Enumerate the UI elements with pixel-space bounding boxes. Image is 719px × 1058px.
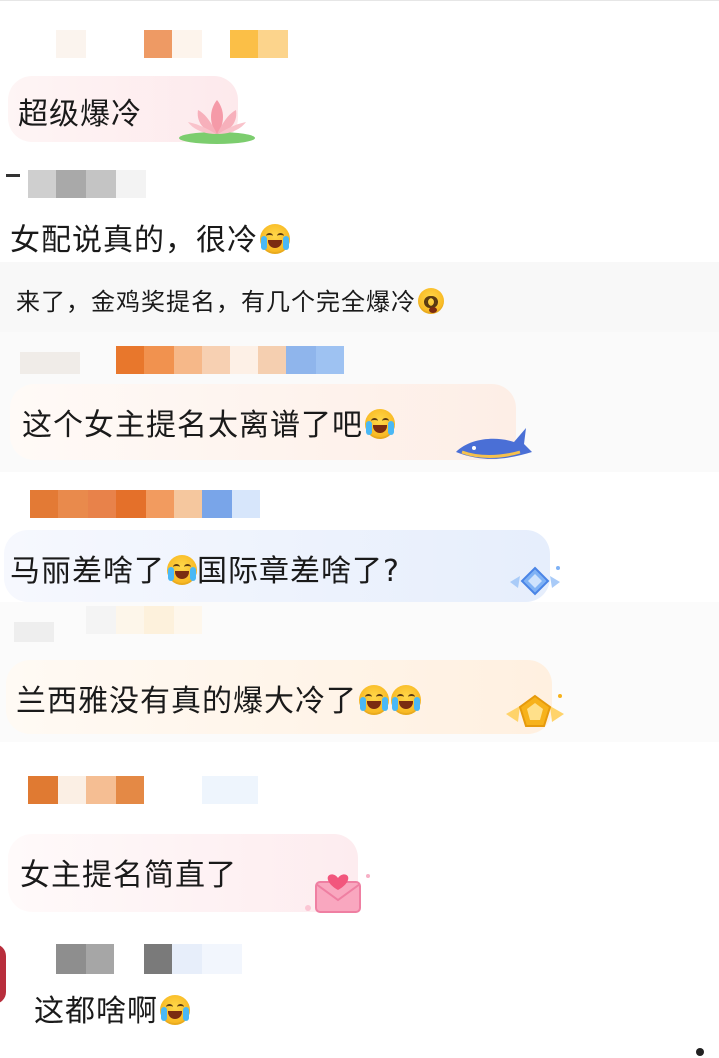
avatar-fragment <box>14 622 54 642</box>
blurred-username <box>56 30 288 58</box>
corner-dot <box>696 1048 704 1056</box>
laugh-cry-emoji-icon <box>160 995 190 1025</box>
avatar-fragment <box>20 352 80 374</box>
laugh-cry-emoji-icon <box>167 555 197 585</box>
comment-text-content: 这个女主提名太离谱了吧 <box>22 408 363 443</box>
avatar <box>0 944 6 1004</box>
comment-6: 兰西雅没有真的爆大冷了 <box>0 602 719 742</box>
comment-3: 来了，金鸡奖提名，有几个完全爆冷 <box>0 262 719 332</box>
comment-5: 马丽差啥了 国际章差啥了? <box>0 472 719 602</box>
blurred-username <box>116 346 344 374</box>
crying-emoji-icon <box>391 685 421 715</box>
comment-text-content: 兰西雅没有真的爆大冷了 <box>16 684 357 719</box>
crying-emoji-icon <box>365 409 395 439</box>
comment-4: 这个女主提名太离谱了吧 <box>0 332 719 472</box>
blurred-username <box>28 170 146 198</box>
crying-emoji-icon <box>359 685 389 715</box>
avatar-fragment <box>6 174 20 177</box>
blurred-username <box>30 490 260 518</box>
comment-text: 来了，金鸡奖提名，有几个完全爆冷 <box>16 282 444 317</box>
comment-text: 女配说真的，很冷 <box>10 215 290 259</box>
blurred-username <box>28 776 258 804</box>
comment-text: 兰西雅没有真的爆大冷了 <box>16 676 421 720</box>
gold-badge-icon <box>506 694 564 727</box>
blurred-username <box>86 606 202 634</box>
comment-text: 马丽差啥了 国际章差啥了? <box>10 546 400 590</box>
comment-1: 超级爆冷 <box>0 26 719 146</box>
comment-text-content: 来了，金鸡奖提名，有几个完全爆冷 <box>16 288 416 316</box>
whale-icon <box>456 428 532 459</box>
lotus-icon <box>179 100 255 144</box>
comment-text: 女主提名简直了 <box>20 858 237 893</box>
blurred-username <box>56 944 242 974</box>
top-divider <box>0 0 719 1</box>
comment-text: 超级爆冷 <box>18 97 142 132</box>
comment-text: 这个女主提名太离谱了吧 <box>22 400 395 444</box>
comment-text-content: 国际章差啥了? <box>197 554 400 589</box>
comment-text: 这都啥啊 <box>34 986 190 1030</box>
shocked-emoji-icon <box>418 288 444 314</box>
comment-2: 女配说真的，很冷 <box>0 160 719 260</box>
comment-8: 这都啥啊 <box>0 920 719 1058</box>
blue-diamond-badge-icon <box>510 566 560 596</box>
comment-7: 女主提名简直了 <box>0 742 719 920</box>
comment-text-content: 马丽差啥了 <box>10 554 165 589</box>
comment-text-content: 这都啥啊 <box>34 994 158 1029</box>
love-letter-icon <box>305 874 370 913</box>
comment-text-content: 女配说真的，很冷 <box>10 223 258 258</box>
laugh-cry-emoji-icon <box>260 224 290 254</box>
